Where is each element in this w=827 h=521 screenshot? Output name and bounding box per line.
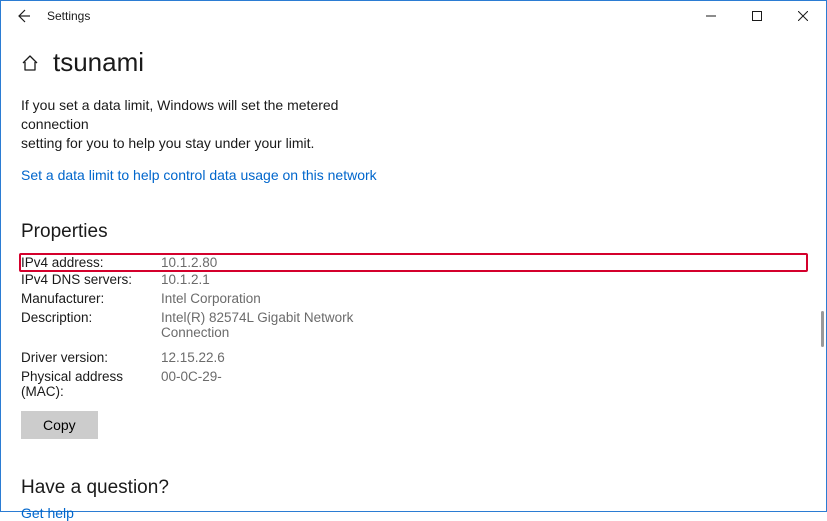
maximize-icon: [752, 11, 762, 21]
maximize-button[interactable]: [734, 1, 780, 31]
property-label: Physical address (MAC):: [21, 369, 161, 399]
property-row-mac: Physical address (MAC): 00-0C-29-: [21, 367, 806, 401]
have-a-question-heading: Have a question?: [21, 477, 806, 499]
set-data-limit-link[interactable]: Set a data limit to help control data us…: [21, 167, 806, 183]
property-value: 12.15.22.6: [161, 350, 225, 365]
property-label: IPv4 address:: [21, 255, 161, 270]
property-value: 10.1.2.1: [161, 272, 210, 287]
minimize-icon: [706, 11, 716, 21]
property-row-driver-version: Driver version: 12.15.22.6: [21, 348, 806, 367]
close-icon: [798, 11, 808, 21]
property-label: Manufacturer:: [21, 291, 161, 306]
page-title: tsunami: [53, 47, 144, 78]
property-row-description: Description: Intel(R) 82574L Gigabit Net…: [21, 308, 806, 342]
window-title: Settings: [47, 9, 90, 23]
properties-heading: Properties: [21, 221, 806, 243]
property-label: Description:: [21, 310, 161, 340]
home-icon: [21, 54, 39, 72]
property-row-ipv4-dns: IPv4 DNS servers: 10.1.2.1: [21, 270, 806, 289]
copy-button[interactable]: Copy: [21, 411, 98, 439]
get-help-link[interactable]: Get help: [21, 505, 806, 521]
property-label: IPv4 DNS servers:: [21, 272, 161, 287]
close-button[interactable]: [780, 1, 826, 31]
property-value: 00-0C-29-: [161, 369, 222, 399]
back-button[interactable]: [5, 1, 41, 31]
property-label: Driver version:: [21, 350, 161, 365]
property-row-manufacturer: Manufacturer: Intel Corporation: [21, 289, 806, 308]
property-value: 10.1.2.80: [161, 255, 217, 270]
minimize-button[interactable]: [688, 1, 734, 31]
scrollbar[interactable]: [821, 311, 824, 347]
data-limit-description: If you set a data limit, Windows will se…: [21, 96, 401, 153]
arrow-left-icon: [15, 8, 31, 24]
property-value: Intel Corporation: [161, 291, 261, 306]
property-value: Intel(R) 82574L Gigabit Network Connecti…: [161, 310, 361, 340]
